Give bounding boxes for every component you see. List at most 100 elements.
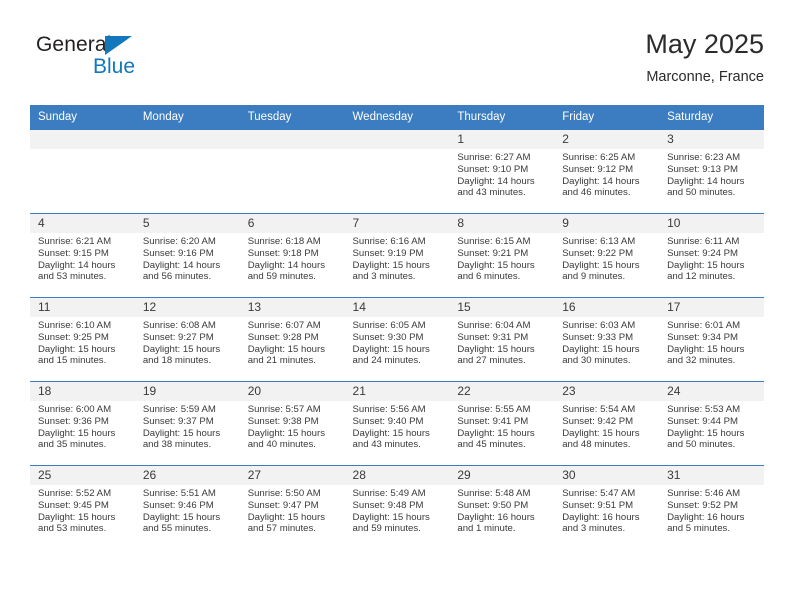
sunset-time: Sunset: 9:40 PM — [352, 415, 424, 427]
day-details: Sunrise: 6:10 AM Sunset: 9:25 PM Daylight:… — [30, 317, 135, 367]
daylight-line-2: and 50 minutes. — [667, 187, 736, 199]
calendar-cell-day-7[interactable]: 7 Sunrise: 6:16 AM Sunset: 9:19 PM Daylight… — [344, 213, 450, 297]
day-cell: 12 Sunrise: 6:08 AM Sunset: 9:27 PM Dayligh… — [134, 297, 240, 381]
sunrise-time: Sunrise: 5:55 AM — [457, 404, 531, 415]
brand-logo[interactable]: General Blue — [36, 34, 216, 92]
calendar-cell-day-12[interactable]: 12 Sunrise: 6:08 AM Sunset: 9:27 PM Dayligh… — [134, 297, 240, 381]
sunrise-time: Sunrise: 6:21 AM — [38, 236, 112, 247]
calendar-cell-day-11[interactable]: 11 Sunrise: 6:10 AM Sunset: 9:25 PM Dayligh… — [30, 297, 135, 381]
day-number: 20 — [239, 382, 345, 401]
day-details: Sunrise: 6:07 AM Sunset: 9:28 PM Daylight:… — [240, 317, 345, 367]
day-cell: 4 Sunrise: 6:21 AM Sunset: 9:15 PM Daylight… — [30, 213, 135, 297]
calendar-cell-day-10[interactable]: 10 Sunrise: 6:11 AM Sunset: 9:24 PM Dayligh… — [659, 213, 764, 297]
daylight-line-1: Daylight: 15 hours — [457, 427, 535, 439]
day-cell: 25 Sunrise: 5:52 AM Sunset: 9:45 PM Dayligh… — [30, 465, 135, 549]
sunset-time: Sunset: 9:30 PM — [352, 331, 424, 343]
daylight-line-2: and 57 minutes. — [247, 523, 316, 535]
day-cell: 22 Sunrise: 5:55 AM Sunset: 9:41 PM Dayligh… — [449, 381, 555, 465]
calendar-cell-day-1[interactable]: 1 Sunrise: 6:27 AM Sunset: 9:10 PM Daylight… — [449, 129, 555, 213]
sunset-time: Sunset: 9:12 PM — [562, 163, 634, 175]
calendar-cell-day-4[interactable]: 4 Sunrise: 6:21 AM Sunset: 9:15 PM Daylight… — [30, 213, 135, 297]
calendar-cell-day-24[interactable]: 24 Sunrise: 5:53 AM Sunset: 9:44 PM Dayligh… — [659, 381, 764, 465]
daylight-line-1: Daylight: 15 hours — [667, 343, 745, 355]
day-cell: 26 Sunrise: 5:51 AM Sunset: 9:46 PM Dayligh… — [134, 465, 240, 549]
day-details: Sunrise: 6:20 AM Sunset: 9:16 PM Daylight:… — [135, 233, 240, 283]
calendar-week-row: 25 Sunrise: 5:52 AM Sunset: 9:45 PM Dayligh… — [30, 465, 764, 549]
day-number: 26 — [134, 466, 240, 485]
title-block: May 2025 Marconne, France — [645, 28, 764, 87]
calendar-cell-day-23[interactable]: 23 Sunrise: 5:54 AM Sunset: 9:42 PM Dayligh… — [554, 381, 660, 465]
calendar-cell-day-19[interactable]: 19 Sunrise: 5:59 AM Sunset: 9:37 PM Dayligh… — [134, 381, 240, 465]
calendar-cell-day-26[interactable]: 26 Sunrise: 5:51 AM Sunset: 9:46 PM Dayligh… — [134, 465, 240, 549]
calendar-cell-day-8[interactable]: 8 Sunrise: 6:15 AM Sunset: 9:21 PM Daylight… — [449, 213, 555, 297]
calendar-cell-day-25[interactable]: 25 Sunrise: 5:52 AM Sunset: 9:45 PM Dayligh… — [30, 465, 135, 549]
sunset-time: Sunset: 9:51 PM — [562, 499, 634, 511]
day-details: Sunrise: 6:21 AM Sunset: 9:15 PM Daylight:… — [30, 233, 135, 283]
day-details: Sunrise: 5:53 AM Sunset: 9:44 PM Daylight:… — [659, 401, 764, 451]
sunset-time: Sunset: 9:15 PM — [38, 247, 109, 259]
calendar-cell-day-29[interactable]: 29 Sunrise: 5:48 AM Sunset: 9:50 PM Dayligh… — [449, 465, 555, 549]
calendar-cell-day-20[interactable]: 20 Sunrise: 5:57 AM Sunset: 9:38 PM Dayligh… — [239, 381, 345, 465]
sunset-time: Sunset: 9:28 PM — [247, 331, 319, 343]
sunrise-time: Sunrise: 6:01 AM — [667, 320, 741, 331]
day-cell: 14 Sunrise: 6:05 AM Sunset: 9:30 PM Dayligh… — [344, 297, 450, 381]
brand-name-general: General — [36, 33, 112, 56]
daylight-line-1: Daylight: 15 hours — [457, 343, 535, 355]
calendar-cell-day-22[interactable]: 22 Sunrise: 5:55 AM Sunset: 9:41 PM Dayligh… — [449, 381, 555, 465]
day-details: Sunrise: 6:23 AM Sunset: 9:13 PM Daylight:… — [659, 149, 764, 199]
calendar-cell-day-27[interactable]: 27 Sunrise: 5:50 AM Sunset: 9:47 PM Dayligh… — [239, 465, 345, 549]
sunrise-time: Sunrise: 5:51 AM — [142, 488, 216, 499]
calendar-cell-day-5[interactable]: 5 Sunrise: 6:20 AM Sunset: 9:16 PM Daylight… — [134, 213, 240, 297]
day-cell: 18 Sunrise: 6:00 AM Sunset: 9:36 PM Dayligh… — [30, 381, 135, 465]
sunrise-time: Sunrise: 5:52 AM — [38, 488, 112, 499]
daylight-line-2: and 3 minutes. — [562, 523, 626, 535]
calendar-cell-day-13[interactable]: 13 Sunrise: 6:07 AM Sunset: 9:28 PM Dayligh… — [239, 297, 345, 381]
sunrise-time: Sunrise: 6:27 AM — [457, 152, 531, 163]
day-details: Sunrise: 5:55 AM Sunset: 9:41 PM Daylight:… — [449, 401, 554, 451]
weekday-header-tuesday: Tuesday — [239, 105, 345, 129]
sunrise-time: Sunrise: 6:16 AM — [352, 236, 426, 247]
calendar-cell-day-17[interactable]: 17 Sunrise: 6:01 AM Sunset: 9:34 PM Dayligh… — [659, 297, 764, 381]
daylight-line-1: Daylight: 16 hours — [667, 511, 745, 523]
calendar-week-row: 11 Sunrise: 6:10 AM Sunset: 9:25 PM Dayligh… — [30, 297, 764, 381]
sunset-time: Sunset: 9:13 PM — [667, 163, 738, 175]
daylight-line-1: Daylight: 15 hours — [562, 343, 640, 355]
sunset-time: Sunset: 9:27 PM — [142, 331, 214, 343]
day-number — [134, 130, 240, 149]
sunrise-time: Sunrise: 5:50 AM — [247, 488, 321, 499]
weekday-header-friday: Friday — [554, 105, 660, 129]
calendar-cell-day-28[interactable]: 28 Sunrise: 5:49 AM Sunset: 9:48 PM Dayligh… — [344, 465, 450, 549]
calendar-cell-day-30[interactable]: 30 Sunrise: 5:47 AM Sunset: 9:51 PM Dayligh… — [554, 465, 660, 549]
calendar-body: 1 Sunrise: 6:27 AM Sunset: 9:10 PM Daylight… — [30, 129, 764, 549]
calendar-cell-day-15[interactable]: 15 Sunrise: 6:04 AM Sunset: 9:31 PM Dayligh… — [449, 297, 555, 381]
calendar-cell-day-14[interactable]: 14 Sunrise: 6:05 AM Sunset: 9:30 PM Dayligh… — [344, 297, 450, 381]
calendar-cell-day-18[interactable]: 18 Sunrise: 6:00 AM Sunset: 9:36 PM Dayligh… — [30, 381, 135, 465]
day-details: Sunrise: 6:11 AM Sunset: 9:24 PM Daylight:… — [659, 233, 764, 283]
day-cell: 23 Sunrise: 5:54 AM Sunset: 9:42 PM Dayligh… — [554, 381, 660, 465]
day-details: Sunrise: 5:50 AM Sunset: 9:47 PM Daylight:… — [240, 485, 345, 535]
day-details: Sunrise: 5:49 AM Sunset: 9:48 PM Daylight:… — [345, 485, 450, 535]
day-cell: 11 Sunrise: 6:10 AM Sunset: 9:25 PM Dayligh… — [30, 297, 135, 381]
daylight-line-2: and 9 minutes. — [562, 271, 626, 283]
day-number — [30, 130, 135, 149]
daylight-line-1: Daylight: 15 hours — [142, 343, 221, 355]
calendar-cell-day-2[interactable]: 2 Sunrise: 6:25 AM Sunset: 9:12 PM Daylight… — [554, 129, 660, 213]
day-number: 9 — [554, 214, 660, 233]
sunset-time: Sunset: 9:47 PM — [247, 499, 319, 511]
daylight-line-1: Daylight: 15 hours — [247, 427, 326, 439]
day-cell: 5 Sunrise: 6:20 AM Sunset: 9:16 PM Daylight… — [134, 213, 240, 297]
daylight-line-2: and 5 minutes. — [667, 523, 730, 535]
calendar-cell-day-9[interactable]: 9 Sunrise: 6:13 AM Sunset: 9:22 PM Daylight… — [554, 213, 660, 297]
daylight-line-2: and 53 minutes. — [38, 523, 107, 535]
calendar-cell-day-6[interactable]: 6 Sunrise: 6:18 AM Sunset: 9:18 PM Daylight… — [239, 213, 345, 297]
calendar-cell-day-16[interactable]: 16 Sunrise: 6:03 AM Sunset: 9:33 PM Dayligh… — [554, 297, 660, 381]
calendar-cell-day-21[interactable]: 21 Sunrise: 5:56 AM Sunset: 9:40 PM Dayligh… — [344, 381, 450, 465]
day-cell: 16 Sunrise: 6:03 AM Sunset: 9:33 PM Dayligh… — [554, 297, 660, 381]
calendar-cell-day-31[interactable]: 31 Sunrise: 5:46 AM Sunset: 9:52 PM Dayligh… — [659, 465, 764, 549]
daylight-line-2: and 59 minutes. — [352, 523, 421, 535]
calendar-cell-day-3[interactable]: 3 Sunrise: 6:23 AM Sunset: 9:13 PM Daylight… — [659, 129, 764, 213]
day-details: Sunrise: 5:54 AM Sunset: 9:42 PM Daylight:… — [554, 401, 659, 451]
daylight-line-2: and 48 minutes. — [562, 439, 631, 451]
daylight-line-2: and 45 minutes. — [457, 439, 526, 451]
daylight-line-1: Daylight: 15 hours — [562, 427, 640, 439]
